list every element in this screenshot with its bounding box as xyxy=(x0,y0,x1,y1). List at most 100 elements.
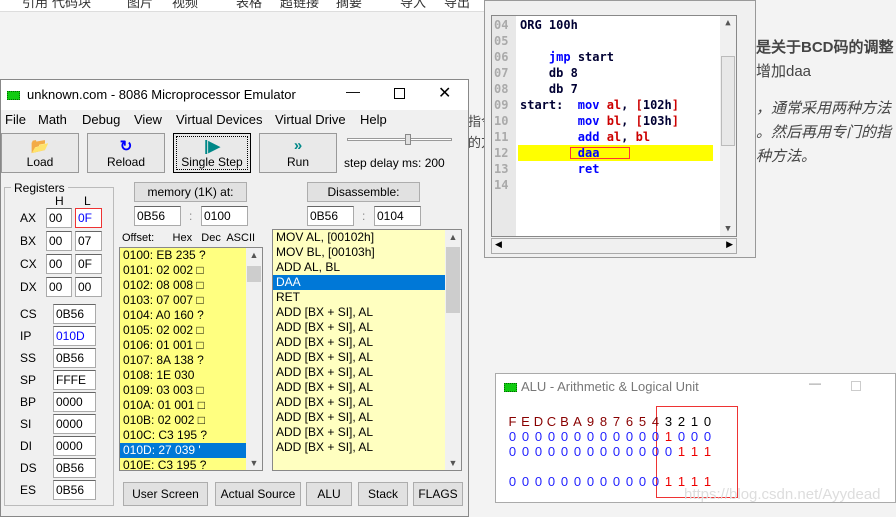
list-row[interactable]: ADD [BX + SI], AL xyxy=(273,410,445,425)
minimize-button[interactable]: — xyxy=(346,83,360,99)
menu-math[interactable]: Math xyxy=(38,112,67,127)
disassemble-button[interactable]: Disassemble: xyxy=(307,182,420,202)
disasm-segment-input[interactable]: 0B56 xyxy=(307,206,354,226)
register-high-input[interactable]: 00 xyxy=(46,277,72,297)
disasm-scrollbar[interactable]: ▲ ▼ xyxy=(445,230,461,470)
list-row[interactable]: 010D: 27 039 ' xyxy=(120,443,246,458)
code-token: mov xyxy=(577,114,607,128)
load-button[interactable]: 📂 Load xyxy=(1,133,79,173)
list-row[interactable]: 0109: 03 003 □ xyxy=(120,383,246,398)
list-row[interactable]: 010B: 02 002 □ xyxy=(120,413,246,428)
toolbar-item[interactable]: 超链接 xyxy=(280,0,319,11)
toolbar-item[interactable]: 表格 xyxy=(236,0,262,11)
stack-button[interactable]: Stack xyxy=(358,482,408,506)
list-row[interactable]: 0104: A0 160 ? xyxy=(120,308,246,323)
list-row[interactable]: MOV AL, [00102h] xyxy=(273,230,445,245)
register-input[interactable]: 0000 xyxy=(53,436,96,456)
list-row[interactable]: MOV BL, [00103h] xyxy=(273,245,445,260)
disassembly-list[interactable]: MOV AL, [00102h] MOV BL, [00103h] ADD AL, … xyxy=(272,229,462,471)
maximize-button[interactable] xyxy=(394,88,405,99)
list-row[interactable]: 010E: C3 195 ? xyxy=(120,458,246,470)
list-row[interactable]: 0105: 02 002 □ xyxy=(120,323,246,338)
code-editor[interactable]: ▲ ▼ 04 ORG 100h 05 06 jmp start 07 db 8 08 db … xyxy=(491,15,737,237)
alu-button[interactable]: ALU xyxy=(306,482,352,506)
register-low-input[interactable]: 07 xyxy=(75,231,102,251)
register-low-input[interactable]: 0F xyxy=(75,254,102,274)
run-button[interactable]: » Run xyxy=(259,133,337,173)
register-input[interactable]: 010D xyxy=(53,326,96,346)
single-step-button[interactable]: |▶ Single Step xyxy=(173,133,251,173)
register-input[interactable]: FFFE xyxy=(53,370,96,390)
bit-value: 1 xyxy=(664,474,673,489)
alu-maximize-button[interactable] xyxy=(851,381,861,391)
register-low-input[interactable]: 0F xyxy=(75,208,102,228)
list-row[interactable]: 0100: EB 235 ? xyxy=(120,248,246,263)
flags-button[interactable]: FLAGS xyxy=(413,482,463,506)
register-input[interactable]: 0B56 xyxy=(53,348,96,368)
list-row[interactable]: ADD [BX + SI], AL xyxy=(273,365,445,380)
list-row[interactable]: 0108: 1E 030 xyxy=(120,368,246,383)
list-row[interactable]: ADD [BX + SI], AL xyxy=(273,305,445,320)
list-row[interactable]: 010C: C3 195 ? xyxy=(120,428,246,443)
register-input[interactable]: 0000 xyxy=(53,392,96,412)
bit-value: 0 xyxy=(560,474,569,489)
menu-view[interactable]: View xyxy=(134,112,162,127)
list-row[interactable]: ADD [BX + SI], AL xyxy=(273,350,445,365)
menu-file[interactable]: File xyxy=(5,112,26,127)
list-row[interactable]: ADD [BX + SI], AL xyxy=(273,440,445,455)
slider-thumb[interactable] xyxy=(405,134,411,145)
toolbar-item[interactable]: 视频 xyxy=(172,0,198,11)
memory-segment-input[interactable]: 0B56 xyxy=(134,206,181,226)
list-row[interactable]: ADD [BX + SI], AL xyxy=(273,335,445,350)
register-low-input[interactable]: 00 xyxy=(75,277,102,297)
separator: : xyxy=(362,209,366,223)
step-delay-slider[interactable] xyxy=(347,134,452,145)
register-input[interactable]: 0B56 xyxy=(53,304,96,324)
list-row[interactable]: ADD AL, BL xyxy=(273,260,445,275)
memory-offset-input[interactable]: 0100 xyxy=(201,206,248,226)
list-row[interactable]: 0102: 08 008 □ xyxy=(120,278,246,293)
menu-debug[interactable]: Debug xyxy=(82,112,120,127)
menu-help[interactable]: Help xyxy=(360,112,387,127)
disasm-offset-input[interactable]: 0104 xyxy=(374,206,421,226)
toolbar-item[interactable]: 引用 xyxy=(22,0,48,11)
list-row[interactable]: ADD [BX + SI], AL xyxy=(273,395,445,410)
reload-button[interactable]: ↻ Reload xyxy=(87,133,165,173)
list-row[interactable]: ADD [BX + SI], AL xyxy=(273,380,445,395)
user-screen-button[interactable]: User Screen xyxy=(123,482,208,506)
toolbar-item[interactable]: 导入 xyxy=(400,0,426,11)
code-vertical-scrollbar[interactable]: ▲ ▼ xyxy=(720,16,736,236)
list-row[interactable]: 0106: 01 001 □ xyxy=(120,338,246,353)
list-row[interactable]: RET xyxy=(273,290,445,305)
register-high-input[interactable]: 00 xyxy=(46,231,72,251)
list-row[interactable]: 0103: 07 007 □ xyxy=(120,293,246,308)
actual-source-button[interactable]: Actual Source xyxy=(215,482,301,506)
menu-virtual-devices[interactable]: Virtual Devices xyxy=(176,112,262,127)
close-button[interactable]: ✕ xyxy=(438,83,451,103)
toolbar-item[interactable]: 导出 xyxy=(444,0,470,11)
toolbar-item[interactable]: 摘要 xyxy=(336,0,362,11)
menu-virtual-drive[interactable]: Virtual Drive xyxy=(275,112,346,127)
register-high-input[interactable]: 00 xyxy=(46,254,72,274)
emulator-window: unknown.com - 8086 Microprocessor Emulat… xyxy=(0,79,469,517)
list-row[interactable]: ADD [BX + SI], AL xyxy=(273,320,445,335)
code-horizontal-scrollbar[interactable]: ◀ ▶ xyxy=(491,238,737,254)
register-input[interactable]: 0B56 xyxy=(53,480,96,500)
list-row[interactable]: 0107: 8A 138 ? xyxy=(120,353,246,368)
toolbar-item[interactable]: 图片 xyxy=(127,0,153,11)
memory-list[interactable]: 0100: EB 235 ? 0101: 02 002 □ 0102: 08 008… xyxy=(119,247,263,471)
register-label: CS xyxy=(20,307,37,321)
memory-button[interactable]: memory (1K) at: xyxy=(134,182,247,202)
alu-minimize-button[interactable]: — xyxy=(809,376,821,390)
list-row[interactable]: DAA xyxy=(273,275,445,290)
memory-scrollbar[interactable]: ▲ ▼ xyxy=(246,248,262,470)
list-row[interactable]: 010A: 01 001 □ xyxy=(120,398,246,413)
list-row[interactable]: 0101: 02 002 □ xyxy=(120,263,246,278)
register-input[interactable]: 0B56 xyxy=(53,458,96,478)
register-input[interactable]: 0000 xyxy=(53,414,96,434)
list-row[interactable]: ADD [BX + SI], AL xyxy=(273,425,445,440)
bit-value: 0 xyxy=(521,474,530,489)
register-high-input[interactable]: 00 xyxy=(46,208,72,228)
toolbar-item[interactable]: 代码块 xyxy=(52,0,91,11)
